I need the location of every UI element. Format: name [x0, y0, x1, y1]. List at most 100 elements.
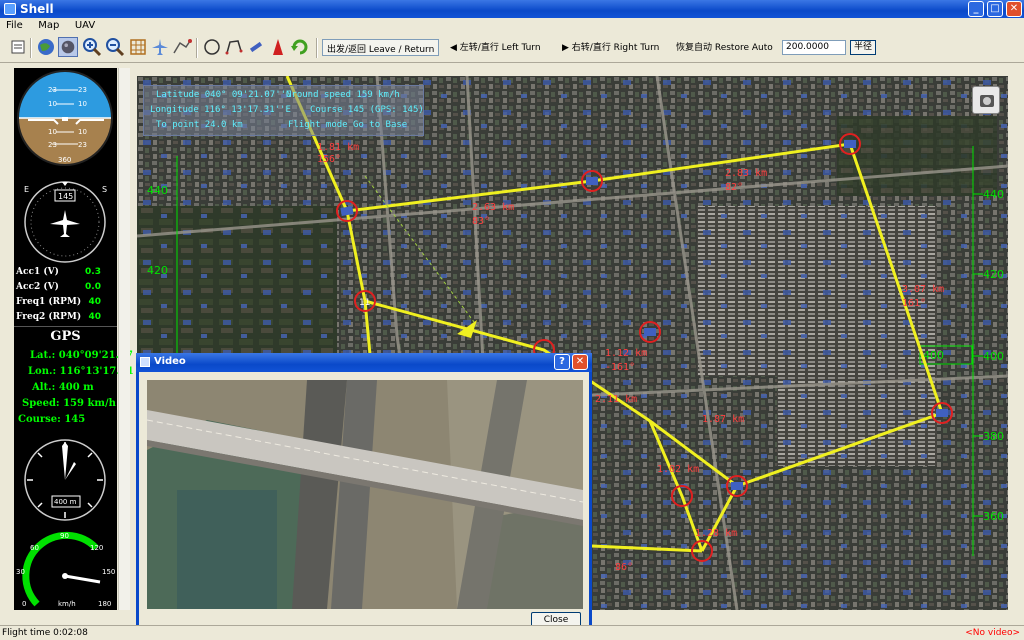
gps-course: Course: 145: [18, 414, 86, 425]
instrument-scrollbar[interactable]: [118, 68, 130, 610]
svg-text:3.07 km: 3.07 km: [902, 284, 944, 295]
properties-icon[interactable]: [8, 37, 28, 57]
svg-text:360: 360: [58, 156, 71, 164]
gps-title: GPS: [50, 329, 81, 344]
zoom-in-icon[interactable]: [82, 37, 102, 57]
freq2-label: Freq2 (RPM): [16, 312, 82, 322]
radius-input[interactable]: 200.0000: [782, 40, 846, 55]
app-icon: [4, 3, 16, 15]
refresh-icon[interactable]: [290, 37, 310, 57]
svg-text:420: 420: [147, 264, 168, 277]
svg-text:90: 90: [60, 532, 69, 540]
svg-text:1.81 km: 1.81 km: [317, 142, 359, 153]
window-title: Shell: [20, 2, 54, 16]
svg-text:10: 10: [48, 100, 57, 108]
polyline-icon[interactable]: [224, 37, 244, 57]
maximize-icon[interactable]: □: [987, 1, 1003, 17]
svg-text:86°: 86°: [615, 562, 633, 573]
zoom-out-icon[interactable]: [105, 37, 125, 57]
svg-text:83°: 83°: [472, 216, 490, 227]
svg-text:161°: 161°: [902, 298, 926, 309]
restore-auto-button[interactable]: 恢复自动 Restore Auto: [676, 40, 773, 53]
circle-orbit-icon[interactable]: [202, 37, 222, 57]
svg-text:km/h: km/h: [58, 600, 76, 608]
svg-text:2.11 km: 2.11 km: [595, 394, 637, 405]
help-icon[interactable]: ?: [554, 354, 570, 370]
svg-text:10: 10: [48, 128, 57, 136]
route-icon[interactable]: [172, 37, 192, 57]
close-icon[interactable]: ✕: [1006, 1, 1022, 17]
acc1-label: Acc1 (V): [16, 267, 59, 277]
video-window-icon: [140, 357, 150, 367]
svg-text:156°: 156°: [317, 154, 341, 165]
svg-text:400: 400: [923, 349, 944, 362]
svg-text:1.87 km: 1.87 km: [702, 414, 744, 425]
video-status: <No video>: [965, 628, 1020, 638]
minimize-icon[interactable]: _: [968, 1, 984, 17]
svg-text:S: S: [102, 185, 107, 194]
grid-icon[interactable]: [128, 37, 148, 57]
left-turn-button[interactable]: ◀ 左转/直行 Left Turn: [450, 40, 541, 53]
video-frame: [147, 380, 583, 609]
title-bar: Shell _ □ ✕: [0, 0, 1024, 18]
svg-text:23: 23: [48, 141, 57, 149]
svg-text:1.02 km: 1.02 km: [657, 464, 699, 475]
freq1-value: 40: [88, 297, 101, 307]
svg-text:82°: 82°: [725, 182, 743, 193]
svg-text:420: 420: [983, 268, 1004, 281]
svg-text:E: E: [24, 185, 29, 194]
acc2-value: 0.0: [85, 282, 101, 292]
svg-text:400 m: 400 m: [54, 498, 77, 506]
freq2-value: 40: [88, 312, 101, 322]
svg-text:60: 60: [30, 544, 39, 552]
gps-speed: Speed: 159 km/h: [22, 398, 116, 409]
video-close-icon[interactable]: ✕: [572, 354, 588, 370]
video-window: Video ? ✕ Close: [136, 353, 592, 640]
svg-text:145: 145: [58, 192, 73, 201]
acc1-value: 0.3: [85, 267, 101, 277]
gps-alt: Alt.: 400 m: [32, 382, 94, 393]
video-title: Video: [154, 356, 186, 367]
svg-text:1.12 km: 1.12 km: [605, 348, 647, 359]
satellite-icon[interactable]: [246, 37, 266, 57]
flight-time: Flight time 0:02:08: [2, 628, 88, 638]
acc2-label: Acc2 (V): [16, 282, 59, 292]
svg-text:380: 380: [983, 430, 1004, 443]
latitude-readout: Latitude 040° 09'21.07''N: [156, 90, 292, 100]
svg-text:180: 180: [98, 600, 111, 608]
svg-text:23: 23: [78, 86, 87, 94]
to-point-readout: To point 24.0 km: [156, 120, 243, 130]
freq1-label: Freq1 (RPM): [16, 297, 82, 307]
status-bar: Flight time 0:02:08 <No video>: [0, 625, 1024, 640]
speed-gauge: 90 60 120 150 180 30 0 km/h: [14, 524, 117, 610]
svg-text:400: 400: [983, 350, 1004, 363]
airplane-icon[interactable]: [150, 37, 170, 57]
marker-icon[interactable]: [268, 37, 288, 57]
svg-text:10: 10: [78, 100, 87, 108]
camera-icon[interactable]: [972, 86, 1000, 114]
svg-text:23: 23: [48, 86, 57, 94]
video-title-bar: Video ? ✕: [136, 353, 592, 372]
leave-return-button[interactable]: 出发/返回 Leave / Return: [322, 39, 440, 56]
longitude-readout: Longitude 116° 13'17.31''E: [150, 105, 291, 115]
svg-text:30: 30: [16, 568, 25, 576]
app-window: Shell _ □ ✕ File Map UAV 出发/返回 Leave / R…: [0, 0, 1024, 640]
svg-text:0: 0: [22, 600, 26, 608]
menu-bar: File Map UAV: [0, 18, 1024, 32]
svg-text:440: 440: [983, 188, 1004, 201]
svg-text:-161°: -161°: [605, 362, 635, 373]
svg-text:1.28 km: 1.28 km: [695, 528, 737, 539]
course-readout: Course 145 (GPS: 145): [310, 105, 424, 115]
globe-icon[interactable]: [36, 37, 56, 57]
radius-button[interactable]: 半径: [850, 40, 876, 55]
svg-text:2.83 km: 2.83 km: [725, 168, 767, 179]
attitude-indicator: 23 23 10 10 10 10 23 23 360: [14, 68, 117, 173]
flight-info-overlay: Latitude 040° 09'21.07''N Ground speed 1…: [143, 85, 424, 136]
svg-text:360: 360: [983, 510, 1004, 523]
menu-file[interactable]: File: [0, 19, 29, 33]
menu-uav[interactable]: UAV: [69, 19, 101, 33]
satellite-map-icon[interactable]: [58, 37, 78, 57]
right-turn-button[interactable]: ▶ 右转/直行 Right Turn: [562, 40, 659, 53]
menu-map[interactable]: Map: [32, 19, 65, 33]
altimeter-gauge: 400 m: [14, 434, 117, 524]
